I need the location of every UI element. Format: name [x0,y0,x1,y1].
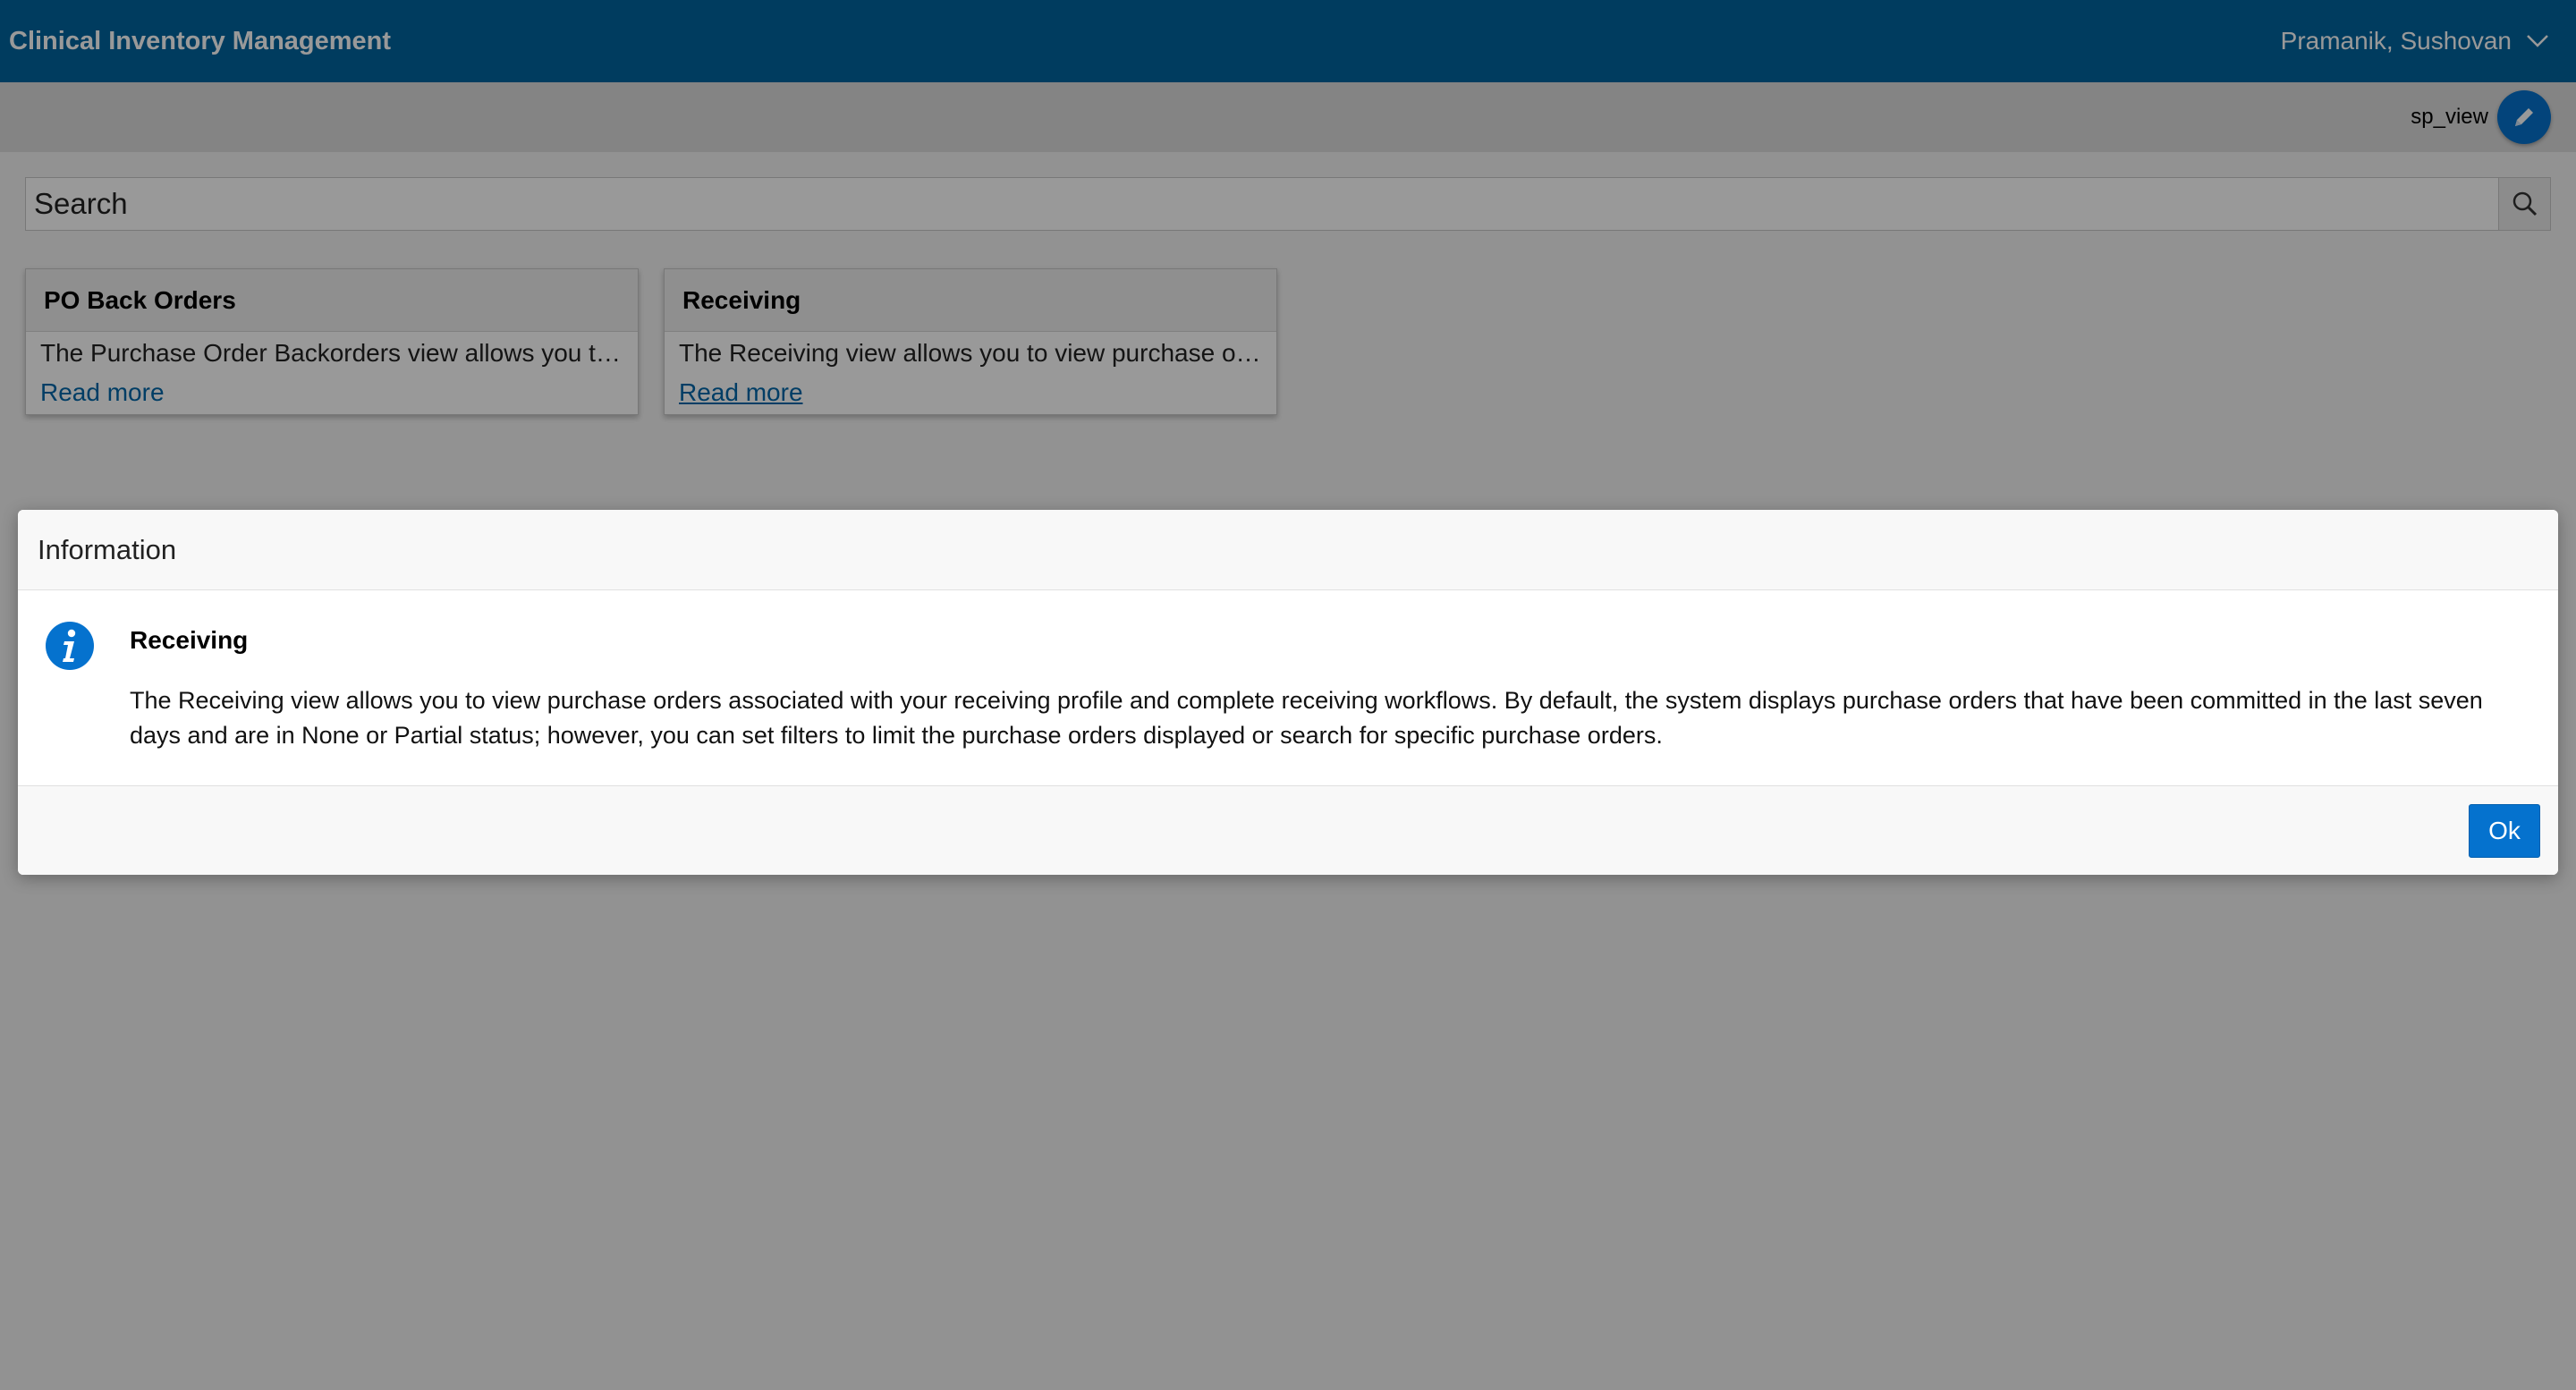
info-icon [46,622,94,670]
message-text: The Receiving view allows you to view pu… [130,687,2483,749]
ok-button[interactable]: Ok [2469,804,2540,858]
message-title: Receiving [130,626,249,654]
information-dialog: Information Receiving The Receiving view… [18,510,2558,875]
dialog-footer: Ok [18,785,2558,875]
dialog-body: Receiving The Receiving view allows you … [18,590,2558,785]
dialog-title: Information [18,510,2558,590]
